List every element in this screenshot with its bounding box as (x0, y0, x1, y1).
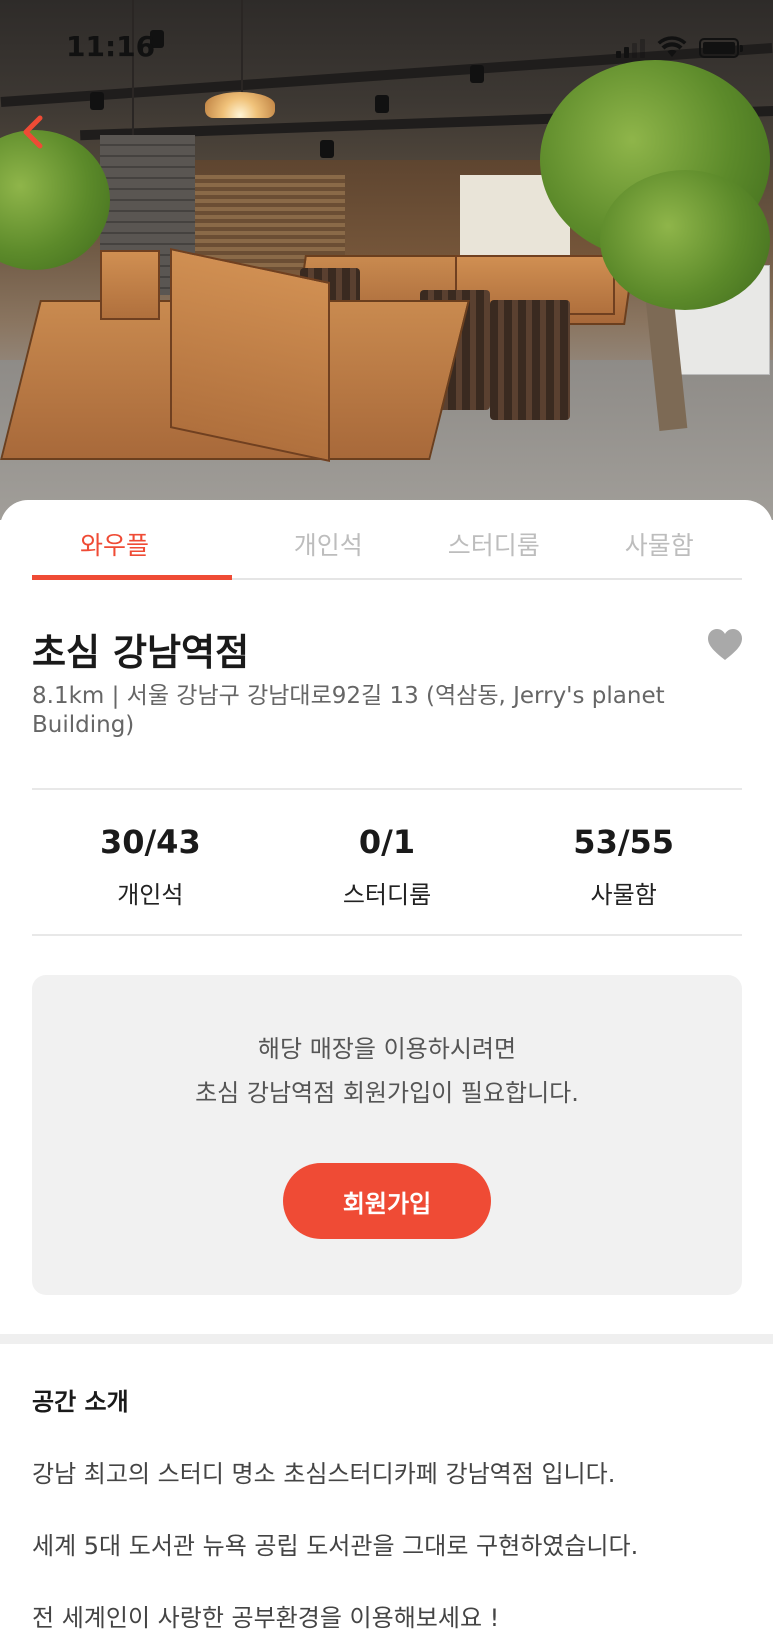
favorite-button[interactable] (707, 628, 743, 662)
battery-icon (699, 38, 743, 58)
stat-value: 53/55 (573, 822, 675, 861)
membership-required-box: 해당 매장을 이용하시려면 초심 강남역점 회원가입이 필요합니다. 회원가입 (32, 975, 742, 1295)
stat-value: 30/43 (99, 822, 201, 861)
stat-locker: 53/55 사물함 (505, 790, 742, 934)
availability-stats: 30/43 개인석 0/1 스터디룸 53/55 사물함 (32, 788, 742, 936)
intro-title: 공간 소개 (32, 1388, 129, 1416)
tab-wowple[interactable]: 와우플 (32, 500, 246, 580)
membership-message: 해당 매장을 이용하시려면 초심 강남역점 회원가입이 필요합니다. (32, 1027, 742, 1115)
intro-text-line: 전 세계인이 사랑한 공부환경을 이용해보세요 ! (32, 1604, 500, 1632)
store-detail-screen: 11:16 와우플 개인석 스터디룸 사물함 초심 강남역점 8.1km | 서… (0, 0, 773, 1645)
store-photo: 11:16 (0, 0, 773, 520)
stat-label: 사물함 (590, 880, 657, 909)
stat-study-room: 0/1 스터디룸 (269, 790, 506, 934)
stat-value: 0/1 (358, 822, 416, 861)
tab-personal-seat[interactable]: 개인석 (246, 500, 412, 578)
pendant-lamp (205, 92, 275, 118)
content-sheet: 와우플 개인석 스터디룸 사물함 초심 강남역점 8.1km | 서울 강남구 … (0, 500, 773, 1645)
status-icons (616, 36, 743, 58)
stat-label: 스터디룸 (342, 880, 432, 909)
intro-text-line: 강남 최고의 스터디 명소 초심스터디카페 강남역점 입니다. (32, 1460, 616, 1488)
intro-text-line: 세계 5대 도서관 뉴욕 공립 도서관을 그대로 구현하였습니다. (32, 1532, 639, 1560)
wifi-icon (657, 36, 687, 57)
stat-label: 개인석 (117, 880, 184, 909)
cellular-signal-icon (616, 39, 645, 58)
store-address: 8.1km | 서울 강남구 강남대로92길 13 (역삼동, Jerry's … (32, 683, 665, 738)
section-divider (0, 1334, 773, 1344)
heart-icon (708, 629, 742, 660)
tab-bar: 와우플 개인석 스터디룸 사물함 (32, 500, 742, 580)
store-name: 초심 강남역점 (32, 631, 250, 674)
tab-locker[interactable]: 사물함 (577, 500, 743, 578)
membership-message-line1: 해당 매장을 이용하시려면 (257, 1035, 517, 1063)
back-button[interactable] (14, 110, 58, 154)
stat-personal-seat: 30/43 개인석 (32, 790, 269, 934)
chevron-left-icon (23, 115, 43, 149)
status-time: 11:16 (66, 30, 156, 63)
tab-study-room[interactable]: 스터디룸 (411, 500, 577, 578)
signup-button[interactable]: 회원가입 (283, 1163, 491, 1239)
membership-message-line2: 초심 강남역점 회원가입이 필요합니다. (195, 1079, 579, 1107)
